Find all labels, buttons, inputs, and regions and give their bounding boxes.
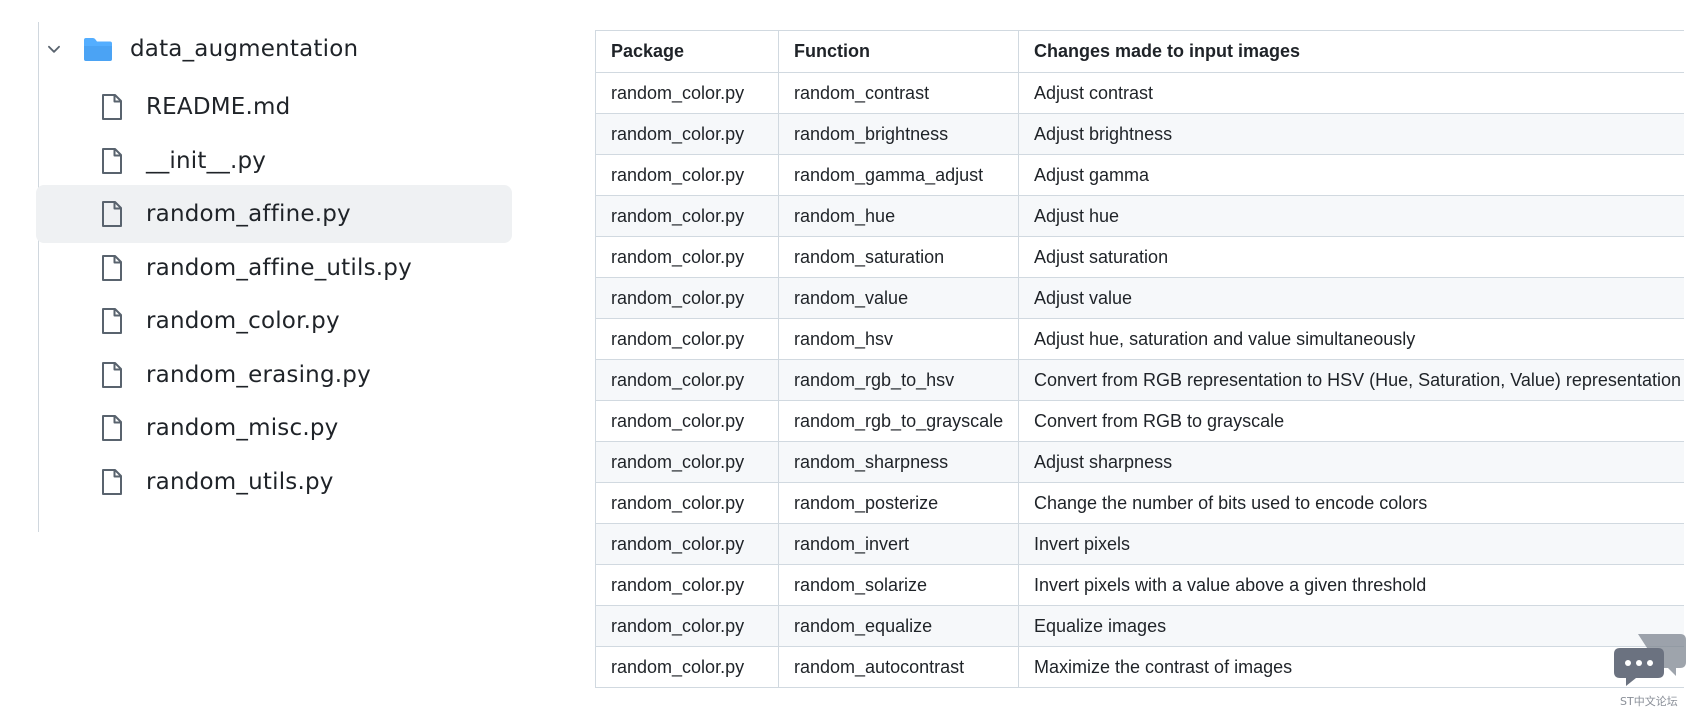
cell-function: random_rgb_to_grayscale — [778, 400, 1019, 442]
cell-changes: Adjust sharpness — [1018, 441, 1684, 483]
cell-changes: Adjust contrast — [1018, 72, 1684, 114]
file-row[interactable]: random_affine.py — [36, 185, 512, 243]
cell-function: random_autocontrast — [778, 646, 1019, 688]
cell-changes: Convert from RGB to grayscale — [1018, 400, 1684, 442]
table-row: random_color.py random_autocontrast Maximi… — [595, 646, 1684, 688]
folder-name: data_augmentation — [130, 36, 359, 62]
header-package: Package — [595, 30, 779, 73]
folder-open-icon — [82, 34, 116, 64]
file-name: random_color.py — [146, 308, 340, 334]
cell-changes: Maximize the contrast of images — [1018, 646, 1684, 688]
file-icon — [100, 253, 128, 283]
table-row: random_color.py random_rgb_to_grayscale Co… — [595, 400, 1684, 442]
file-icon — [100, 199, 128, 229]
file-row[interactable]: random_utils.py — [36, 453, 512, 511]
cell-package: random_color.py — [595, 195, 779, 237]
file-row[interactable]: __init__.py — [36, 132, 512, 190]
file-name: random_misc.py — [146, 415, 339, 441]
header-function: Function — [778, 30, 1019, 73]
cell-changes: Equalize images — [1018, 605, 1684, 647]
cell-function: random_invert — [778, 523, 1019, 565]
cell-package: random_color.py — [595, 318, 779, 360]
file-name: random_erasing.py — [146, 361, 371, 388]
folder-row-data-augmentation[interactable]: data_augmentation — [40, 25, 358, 73]
cell-changes: Change the number of bits used to encode… — [1018, 482, 1684, 524]
file-name: random_affine_utils.py — [146, 254, 412, 281]
file-icon — [100, 306, 128, 336]
table-row: random_color.py random_posterize Change th… — [595, 482, 1684, 524]
cell-package: random_color.py — [595, 523, 779, 565]
cell-package: random_color.py — [595, 72, 779, 114]
cell-function: random_sharpness — [778, 441, 1019, 483]
file-icon — [100, 360, 128, 390]
cell-package: random_color.py — [595, 277, 779, 319]
table-row: random_color.py random_sharpness Adjust sh… — [595, 441, 1684, 483]
cell-function: random_contrast — [778, 72, 1019, 114]
cell-package: random_color.py — [595, 482, 779, 524]
file-row[interactable]: random_color.py — [36, 292, 512, 350]
cell-package: random_color.py — [595, 564, 779, 606]
file-row[interactable]: random_misc.py — [36, 399, 512, 457]
table-row: random_color.py random_gamma_adjust Adjust… — [595, 154, 1684, 196]
cell-changes: Adjust gamma — [1018, 154, 1684, 196]
table-row: random_color.py random_contrast Adjust con… — [595, 72, 1684, 114]
augmentation-functions-table: Package Function Changes made to input i… — [595, 30, 1684, 714]
file-name: __init__.py — [146, 147, 267, 174]
table-row: random_color.py random_brightness Adjust b… — [595, 113, 1684, 155]
file-name: random_utils.py — [146, 468, 334, 495]
table-body: random_color.py random_contrast Adjust con… — [595, 72, 1684, 688]
cell-changes: Adjust saturation — [1018, 236, 1684, 278]
file-icon — [100, 467, 128, 497]
cell-function: random_posterize — [778, 482, 1019, 524]
cell-changes: Adjust hue, saturation and value simulta… — [1018, 318, 1684, 360]
cell-changes: Convert from RGB representation to HSV (… — [1018, 359, 1684, 401]
file-icon — [100, 146, 128, 176]
file-row[interactable]: random_affine_utils.py — [36, 239, 512, 297]
table-row: random_color.py random_hue Adjust hue — [595, 195, 1684, 237]
header-changes: Changes made to input images — [1018, 30, 1684, 73]
table-row: random_color.py random_value Adjust value — [595, 277, 1684, 319]
cell-function: random_brightness — [778, 113, 1019, 155]
table-row: random_color.py random_rgb_to_hsv Convert … — [595, 359, 1684, 401]
cell-function: random_equalize — [778, 605, 1019, 647]
cell-changes: Adjust hue — [1018, 195, 1684, 237]
cell-package: random_color.py — [595, 359, 779, 401]
file-icon — [100, 413, 128, 443]
watermark-caption: ST中文论坛 — [1620, 695, 1678, 708]
cell-package: random_color.py — [595, 113, 779, 155]
cell-function: random_hsv — [778, 318, 1019, 360]
table-row: random_color.py random_solarize Invert pix… — [595, 564, 1684, 606]
cell-changes: Adjust value — [1018, 277, 1684, 319]
file-tree: data_augmentation README.md __init__.pyra… — [0, 0, 520, 714]
file-row[interactable]: random_erasing.py — [36, 346, 512, 404]
chevron-down-icon[interactable] — [40, 35, 68, 63]
file-icon — [100, 92, 128, 122]
cell-function: random_saturation — [778, 236, 1019, 278]
cell-package: random_color.py — [595, 400, 779, 442]
table: Package Function Changes made to input i… — [595, 30, 1684, 688]
table-row: random_color.py random_equalize Equalize i… — [595, 605, 1684, 647]
cell-function: random_value — [778, 277, 1019, 319]
cell-changes: Adjust brightness — [1018, 113, 1684, 155]
file-row[interactable]: README.md — [36, 78, 512, 136]
cell-function: random_solarize — [778, 564, 1019, 606]
cell-changes: Invert pixels — [1018, 523, 1684, 565]
table-header-row: Package Function Changes made to input i… — [595, 30, 1684, 73]
cell-package: random_color.py — [595, 154, 779, 196]
file-name: random_affine.py — [146, 201, 351, 227]
cell-changes: Invert pixels with a value above a given… — [1018, 564, 1684, 606]
file-name: README.md — [146, 94, 291, 120]
cell-package: random_color.py — [595, 605, 779, 647]
cell-function: random_hue — [778, 195, 1019, 237]
cell-function: random_rgb_to_hsv — [778, 359, 1019, 401]
cell-package: random_color.py — [595, 236, 779, 278]
table-row: random_color.py random_invert Invert pixel… — [595, 523, 1684, 565]
cell-function: random_gamma_adjust — [778, 154, 1019, 196]
cell-package: random_color.py — [595, 441, 779, 483]
table-row: random_color.py random_hsv Adjust hue, sat… — [595, 318, 1684, 360]
cell-package: random_color.py — [595, 646, 779, 688]
table-row: random_color.py random_saturation Adjust s… — [595, 236, 1684, 278]
